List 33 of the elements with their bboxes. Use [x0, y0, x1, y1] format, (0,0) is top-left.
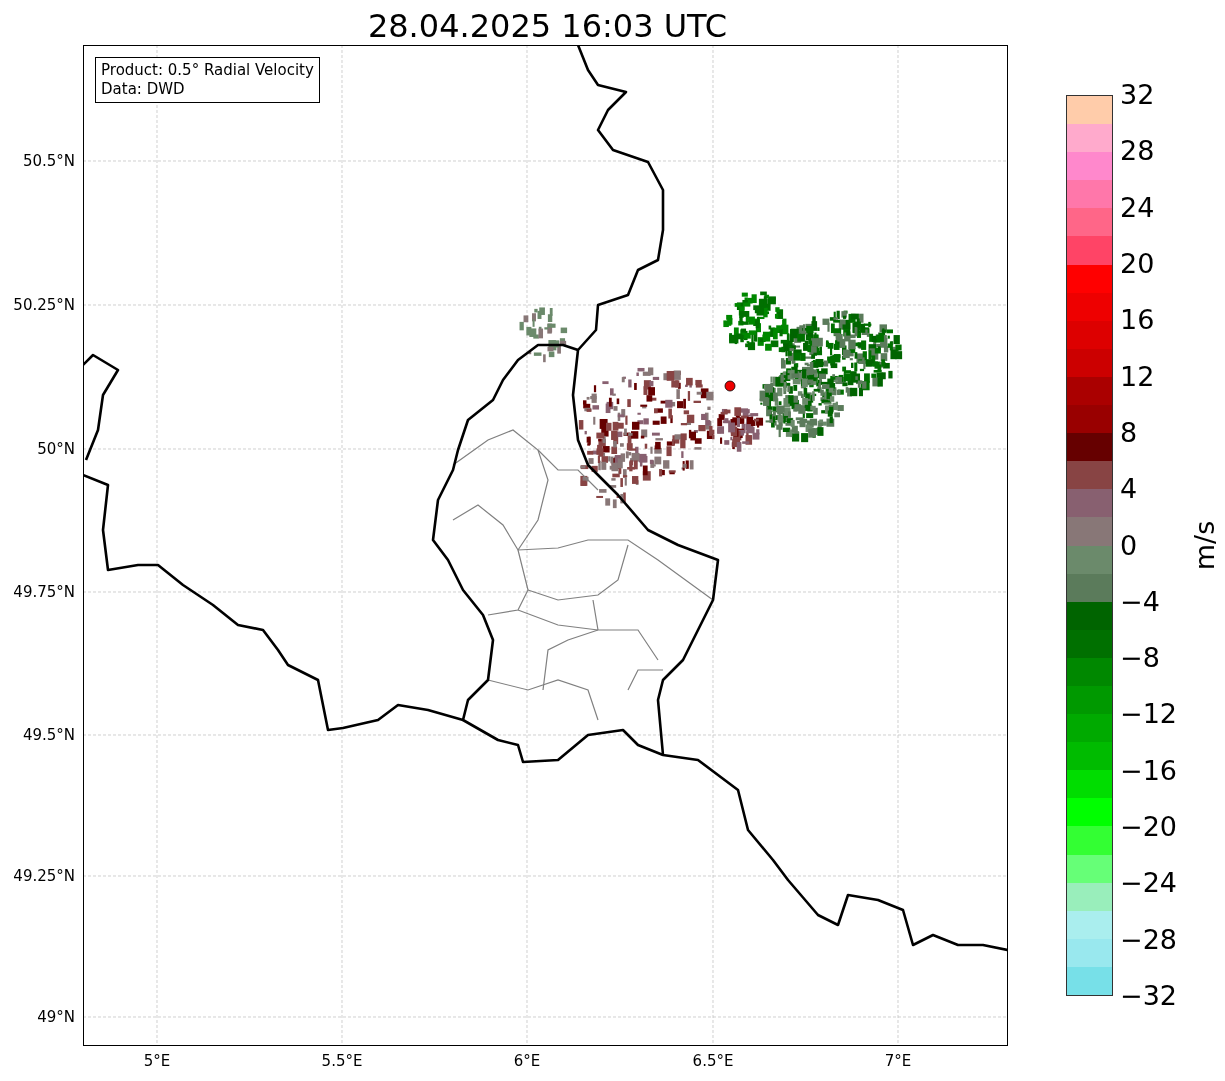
colorbar-tick-label: 8 [1120, 418, 1139, 447]
colorbar-tick-label: 24 [1120, 193, 1156, 222]
latitude-label: 49.75°N [13, 583, 75, 601]
longitude-label: 5.5°E [321, 1052, 363, 1070]
latitude-label: 49°N [37, 1008, 75, 1026]
latitude-label: 50°N [37, 440, 75, 458]
colorbar-tick-label: −16 [1120, 756, 1177, 785]
chart-title: 28.04.2025 16:03 UTC [366, 6, 729, 45]
colorbar-tick-label: 32 [1120, 81, 1156, 109]
colorbar-tick-label: −12 [1120, 700, 1177, 729]
latitude-label: 50.5°N [22, 152, 75, 170]
colorbar-tick-label: −32 [1120, 982, 1177, 1010]
longitude-label: 6°E [513, 1052, 541, 1070]
colorbar-tick-label: −20 [1120, 813, 1177, 842]
colorbar-label: m/s [1189, 520, 1221, 571]
colorbar-tick-label: −28 [1120, 925, 1177, 954]
colorbar-tick-label: 20 [1120, 249, 1156, 278]
longitude-label: 5°E [143, 1052, 171, 1070]
colorbar-tick-label: 12 [1120, 362, 1156, 391]
colorbar-tick-label: 16 [1120, 306, 1156, 335]
colorbar-tick-label: 28 [1120, 137, 1156, 166]
longitude-label: 7°E [884, 1052, 912, 1070]
colorbar-tick-label: −4 [1120, 587, 1161, 616]
info-text: Product: 0.5° Radial Velocity [101, 61, 314, 80]
latitude-label: 49.25°N [13, 867, 75, 885]
latitude-label: 50.25°N [13, 296, 75, 314]
colorbar-tick-label: 4 [1120, 475, 1139, 504]
info-text: Data: DWD [101, 80, 186, 99]
colorbar-tick-label: 0 [1120, 531, 1139, 560]
latitude-label: 49.5°N [22, 726, 75, 744]
colorbar-tick-label: −8 [1120, 644, 1161, 673]
colorbar-tick-label: −24 [1120, 869, 1177, 898]
longitude-label: 6.5°E [692, 1052, 734, 1070]
